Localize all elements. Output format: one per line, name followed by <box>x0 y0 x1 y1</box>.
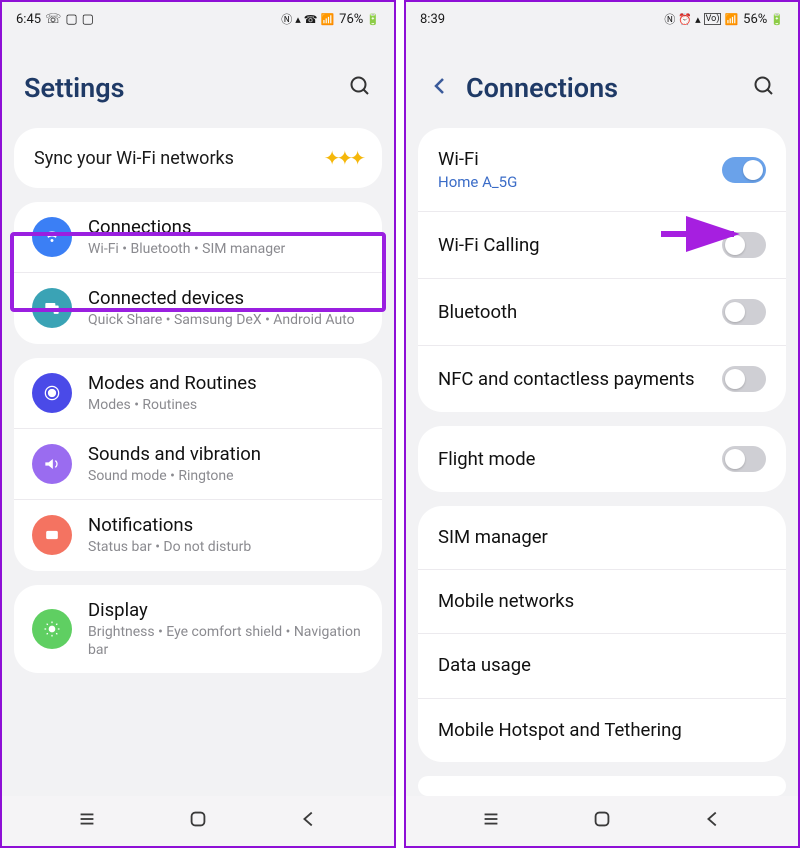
nav-bar <box>2 796 394 846</box>
status-time: 8:39 <box>420 12 445 27</box>
devices-icon <box>32 288 72 328</box>
volte-icon: Vo) <box>704 13 722 25</box>
row-title: SIM manager <box>438 526 766 549</box>
modes-icon <box>32 373 72 413</box>
connections-group-4 <box>418 776 786 796</box>
row-title: NFC and contactless payments <box>438 368 712 391</box>
row-title: Wi-Fi <box>438 148 712 171</box>
wifi-toggle[interactable] <box>722 157 766 183</box>
sim-manager-row[interactable]: SIM manager <box>418 506 786 569</box>
header: Settings <box>2 32 394 128</box>
content: Sync your Wi-Fi networks ✦✦✦ Connections… <box>2 128 394 796</box>
battery-percent: 76% <box>339 12 363 27</box>
sparkle-icon: ✦✦✦ <box>324 146 362 170</box>
settings-item-connected-devices[interactable]: Connected devices Quick Share • Samsung … <box>14 272 382 343</box>
back-button[interactable] <box>702 808 724 834</box>
nfc-icon: Ⓝ <box>664 11 675 27</box>
row-title: Mobile Hotspot and Tethering <box>438 719 766 742</box>
nfc-icon: Ⓝ <box>281 11 292 27</box>
row-title: Wi-Fi Calling <box>438 234 712 257</box>
wifi-row[interactable]: Wi-Fi Home A_5G <box>418 128 786 211</box>
settings-item-sounds[interactable]: Sounds and vibration Sound mode • Ringto… <box>14 428 382 499</box>
hotspot-row[interactable]: Mobile Hotspot and Tethering <box>418 698 786 762</box>
wifi-network-name: Home A_5G <box>438 173 712 191</box>
mobile-networks-row[interactable]: Mobile networks <box>418 569 786 633</box>
bluetooth-row[interactable]: Bluetooth <box>418 278 786 345</box>
item-sub: Brightness • Eye comfort shield • Naviga… <box>88 623 364 659</box>
connections-group-1: Wi-Fi Home A_5G Wi-Fi Calling Bluetooth … <box>418 128 786 412</box>
item-title: Sounds and vibration <box>88 443 364 466</box>
recents-button[interactable] <box>480 808 502 834</box>
wifi-calling-toggle[interactable] <box>722 232 766 258</box>
row-title: Mobile networks <box>438 590 766 613</box>
home-button[interactable] <box>187 808 209 834</box>
back-icon[interactable] <box>428 74 452 102</box>
data-usage-row[interactable]: Data usage <box>418 633 786 697</box>
instagram-icon: ▢ <box>65 12 77 27</box>
row-title: Bluetooth <box>438 301 712 324</box>
wifi-icon <box>32 217 72 257</box>
settings-screen: 6:45 ☏ ▢ ▢ Ⓝ ▴ ☎ 📶 76% 🔋 Settings Sync y… <box>0 0 396 848</box>
item-title: Connected devices <box>88 287 364 310</box>
content: Wi-Fi Home A_5G Wi-Fi Calling Bluetooth … <box>406 128 798 796</box>
item-sub: Quick Share • Samsung DeX • Android Auto <box>88 311 364 329</box>
item-title: Connections <box>88 216 364 239</box>
status-bar: 6:45 ☏ ▢ ▢ Ⓝ ▴ ☎ 📶 76% 🔋 <box>2 2 394 32</box>
alarm-icon: ⏰ <box>678 13 692 26</box>
flight-mode-toggle[interactable] <box>722 446 766 472</box>
settings-group-3: Display Brightness • Eye comfort shield … <box>14 585 382 674</box>
page-title: Connections <box>466 72 738 104</box>
search-icon[interactable] <box>348 74 372 102</box>
volte-icon: ☎ <box>304 13 318 26</box>
signal-icon: 📶 <box>724 13 738 26</box>
item-sub: Sound mode • Ringtone <box>88 467 364 485</box>
row-title: Data usage <box>438 654 766 677</box>
status-bar: 8:39 Ⓝ ⏰ ▴ Vo) 📶 56% 🔋 <box>406 2 798 32</box>
item-sub: Status bar • Do not disturb <box>88 538 364 556</box>
page-title: Settings <box>24 72 334 104</box>
connections-screen: 8:39 Ⓝ ⏰ ▴ Vo) 📶 56% 🔋 Connections Wi-Fi… <box>404 0 800 848</box>
sync-wifi-card[interactable]: Sync your Wi-Fi networks ✦✦✦ <box>14 128 382 188</box>
header: Connections <box>406 32 798 128</box>
bluetooth-toggle[interactable] <box>722 299 766 325</box>
home-button[interactable] <box>591 808 613 834</box>
back-button[interactable] <box>298 808 320 834</box>
item-sub: Modes • Routines <box>88 396 364 414</box>
search-icon[interactable] <box>752 74 776 102</box>
settings-item-connections[interactable]: Connections Wi-Fi • Bluetooth • SIM mana… <box>14 202 382 272</box>
item-title: Display <box>88 599 364 622</box>
nav-bar <box>406 796 798 846</box>
sound-icon <box>32 444 72 484</box>
settings-group-2: Modes and Routines Modes • Routines Soun… <box>14 358 382 571</box>
settings-item-notifications[interactable]: Notifications Status bar • Do not distur… <box>14 499 382 570</box>
battery-icon: 🔋 <box>770 13 784 26</box>
wifi-calling-row[interactable]: Wi-Fi Calling <box>418 211 786 278</box>
item-title: Modes and Routines <box>88 372 364 395</box>
settings-item-display[interactable]: Display Brightness • Eye comfort shield … <box>14 585 382 674</box>
instagram-icon: ▢ <box>82 12 94 27</box>
battery-percent: 56% <box>743 12 767 27</box>
display-icon <box>32 609 72 649</box>
recents-button[interactable] <box>76 808 98 834</box>
wifi-icon: ▴ <box>695 13 701 26</box>
signal-icon: 📶 <box>320 13 334 26</box>
battery-icon: 🔋 <box>366 13 380 26</box>
wifi-icon: ▴ <box>295 13 301 26</box>
flight-mode-row[interactable]: Flight mode <box>418 426 786 492</box>
notification-icon <box>32 515 72 555</box>
nfc-row[interactable]: NFC and contactless payments <box>418 345 786 412</box>
connections-group-3: SIM manager Mobile networks Data usage M… <box>418 506 786 762</box>
nfc-toggle[interactable] <box>722 366 766 392</box>
status-time: 6:45 <box>16 12 41 27</box>
item-title: Notifications <box>88 514 364 537</box>
item-sub: Wi-Fi • Bluetooth • SIM manager <box>88 240 364 258</box>
sync-wifi-label: Sync your Wi-Fi networks <box>34 148 324 169</box>
settings-group-1: Connections Wi-Fi • Bluetooth • SIM mana… <box>14 202 382 344</box>
row-title: Flight mode <box>438 448 712 471</box>
settings-item-modes[interactable]: Modes and Routines Modes • Routines <box>14 358 382 428</box>
connections-group-2: Flight mode <box>418 426 786 492</box>
whatsapp-icon: ☏ <box>45 12 61 27</box>
